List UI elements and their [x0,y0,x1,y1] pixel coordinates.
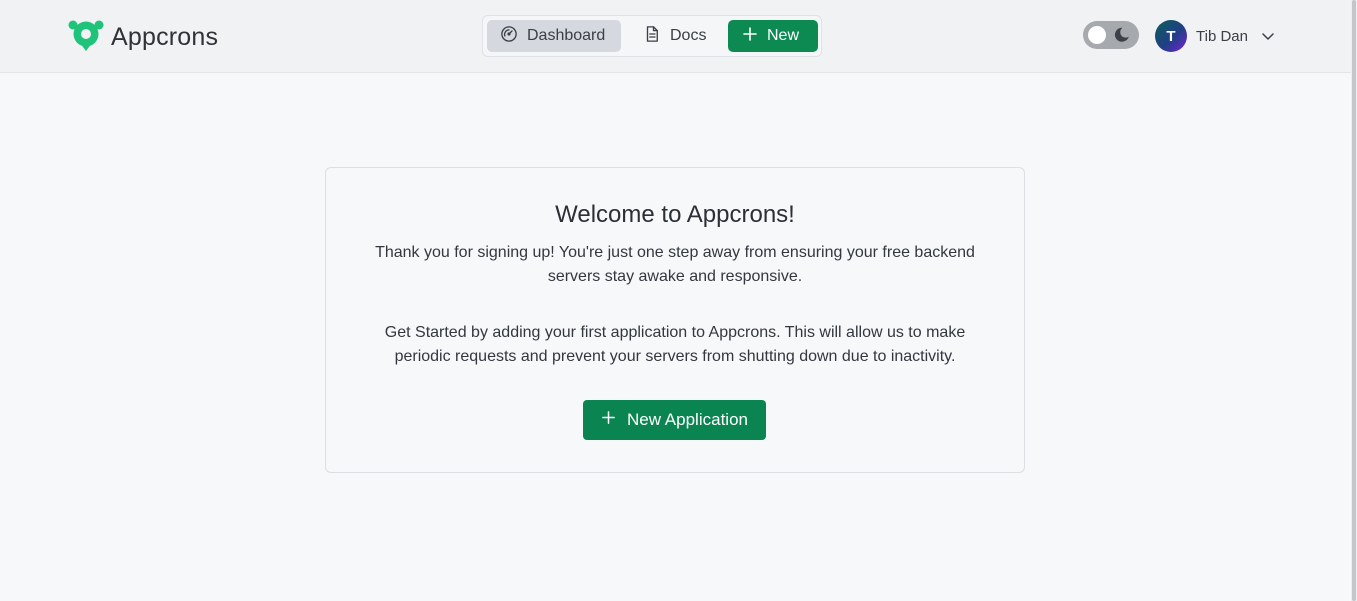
nav-new-button[interactable]: New [728,20,818,52]
top-header: Appcrons Dashboard Docs New T Tib Dan [0,0,1351,73]
toggle-knob [1088,26,1106,44]
moon-icon [1112,25,1132,50]
user-menu[interactable]: T Tib Dan [1155,20,1275,52]
new-application-label: New Application [627,410,748,429]
plus-icon [742,26,758,47]
app-logo[interactable]: Appcrons [67,17,218,58]
scrollbar-thumb[interactable] [1352,0,1356,601]
speedometer-icon [500,25,518,48]
nav-docs-button[interactable]: Docs [639,20,719,52]
user-name: Tib Dan [1196,27,1248,45]
app-name: Appcrons [111,23,219,51]
new-application-button[interactable]: New Application [583,400,766,440]
chevron-down-icon[interactable] [1261,29,1275,43]
plus-icon [601,410,616,430]
avatar[interactable]: T [1155,20,1187,52]
welcome-card: Welcome to Appcrons! Thank you for signi… [325,167,1025,473]
theme-toggle[interactable] [1083,21,1139,49]
nav-docs-label: Docs [670,27,707,44]
vertical-scrollbar[interactable] [1351,0,1357,601]
nav-dashboard-button[interactable]: Dashboard [487,20,621,52]
document-icon [643,25,661,48]
nav-new-label: New [767,27,800,44]
welcome-instructions-text: Get Started by adding your first applica… [384,324,966,365]
main-nav: Dashboard Docs New [482,15,822,57]
location-pin-logo-icon [67,17,105,58]
welcome-title: Welcome to Appcrons! [555,201,795,228]
nav-dashboard-label: Dashboard [527,27,606,44]
welcome-intro-text: Thank you for signing up! You're just on… [375,244,975,285]
